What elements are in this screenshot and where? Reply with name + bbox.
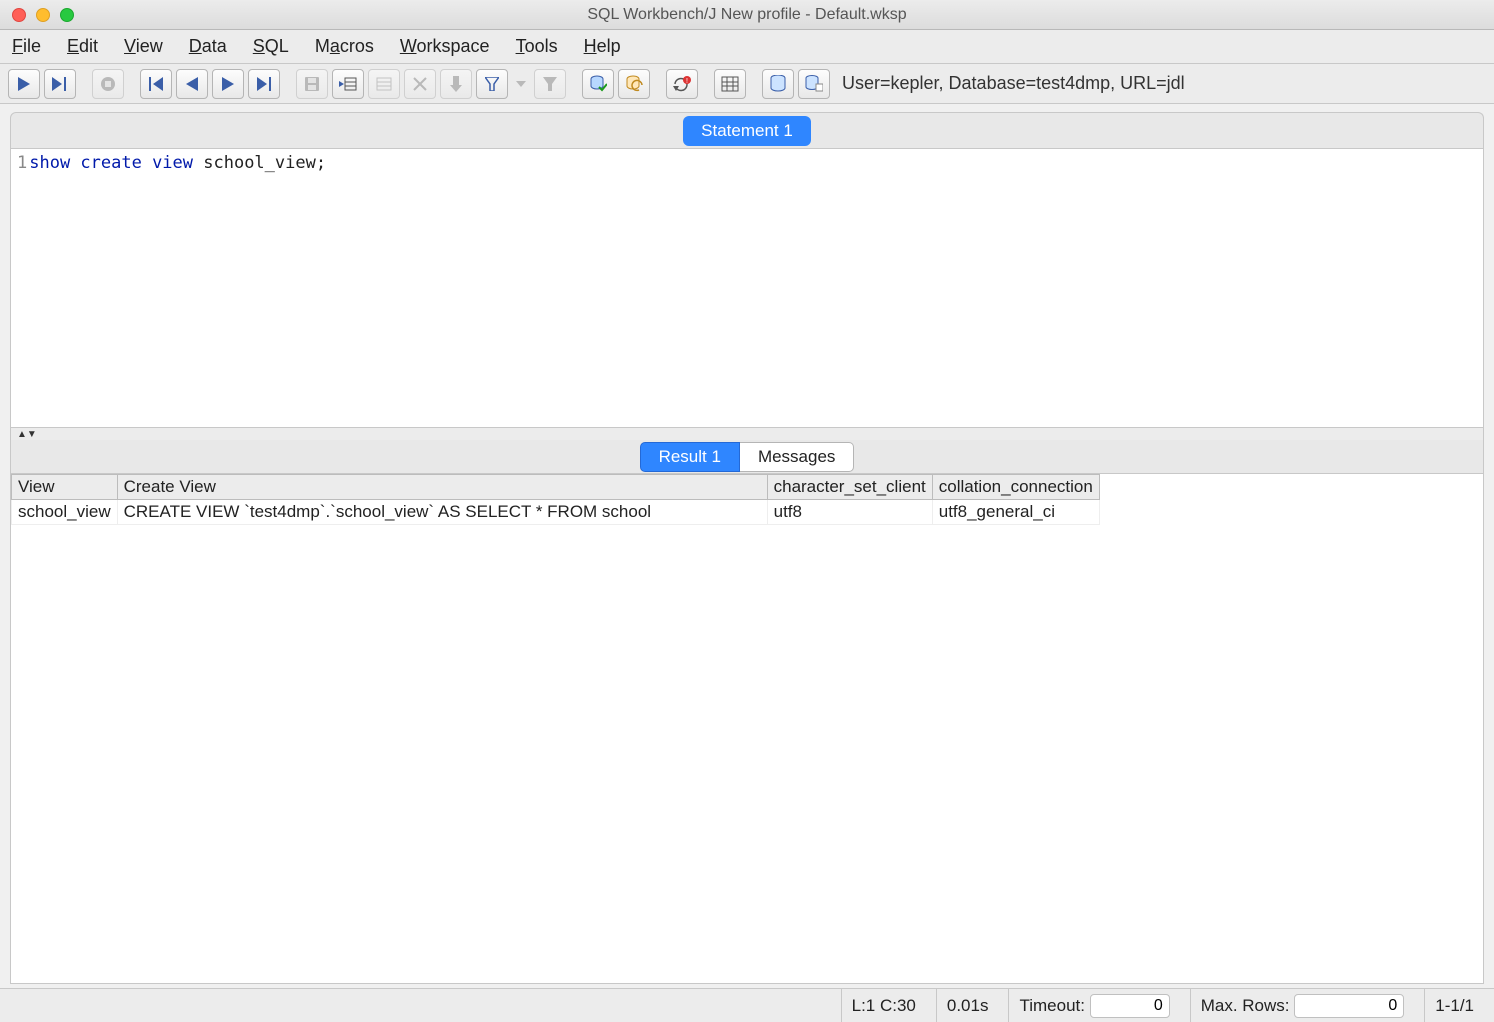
db-undo-icon [625,75,643,93]
col-charset[interactable]: character_set_client [767,475,932,500]
db-explorer-button[interactable] [762,69,794,99]
floppy-icon [304,76,320,92]
cell-view[interactable]: school_view [12,500,118,525]
new-db-explorer-button[interactable] [798,69,830,99]
cell-create-view[interactable]: CREATE VIEW `test4dmp`.`school_view` AS … [117,500,767,525]
run-current-button[interactable] [44,69,76,99]
cell-collation[interactable]: utf8_general_ci [932,500,1099,525]
result-tabs-row: Result 1 Messages [10,440,1484,474]
menu-sql[interactable]: SQL [253,36,289,57]
menu-help[interactable]: Help [584,36,621,57]
delete-row-button[interactable] [404,69,436,99]
save-button[interactable] [296,69,328,99]
svg-text:!: ! [686,78,688,85]
cell-charset[interactable]: utf8 [767,500,932,525]
maxrows-input[interactable] [1294,994,1404,1018]
run-button[interactable] [8,69,40,99]
editor-keywords: show create view [29,153,193,173]
toolbar: ! User=kepler, Database=test4dmp, URL=jd… [0,64,1494,104]
next-icon [222,77,234,91]
line-number: 1 [17,153,27,173]
insert-row-button[interactable] [332,69,364,99]
tab-messages[interactable]: Messages [740,442,854,472]
commit-button[interactable] [582,69,614,99]
work-area: Statement 1 1show create view school_vie… [0,104,1494,988]
tab-statement-1[interactable]: Statement 1 [683,116,811,146]
result-grid[interactable]: View Create View character_set_client co… [10,474,1484,984]
col-collation[interactable]: collation_connection [932,475,1099,500]
menu-data[interactable]: Data [189,36,227,57]
last-icon [257,77,271,91]
play-cursor-icon [52,77,68,91]
tab-result-1[interactable]: Result 1 [640,442,740,472]
col-view[interactable]: View [12,475,118,500]
stop-button[interactable] [92,69,124,99]
stop-on-error-button[interactable]: ! [666,69,698,99]
row-range: 1-1/1 [1424,989,1484,1022]
maxrows-label: Max. Rows: [1201,996,1290,1016]
window-titlebar: SQL Workbench/J New profile - Default.wk… [0,0,1494,30]
prev-button[interactable] [176,69,208,99]
timeout-section: Timeout: [1008,989,1179,1022]
timeout-label: Timeout: [1019,996,1085,1016]
pin-icon [450,76,462,92]
stop-icon [100,76,116,92]
filter-button[interactable] [476,69,508,99]
table-row[interactable]: school_view CREATE VIEW `test4dmp`.`scho… [12,500,1100,525]
insert-row-icon [339,77,357,91]
maxrows-section: Max. Rows: [1190,989,1415,1022]
statusbar: L:1 C:30 0.01s Timeout: Max. Rows: 1-1/1 [0,988,1494,1022]
prev-icon [186,77,198,91]
menu-edit[interactable]: Edit [67,36,98,57]
splitter[interactable]: ▲▼ [10,428,1484,440]
next-button[interactable] [212,69,244,99]
window-title: SQL Workbench/J New profile - Default.wk… [0,6,1494,24]
menu-macros[interactable]: Macros [315,36,374,57]
menubar: File Edit View Data SQL Macros Workspace… [0,30,1494,64]
sql-editor[interactable]: 1show create view school_view; [10,148,1484,428]
menu-tools[interactable]: Tools [516,36,558,57]
statement-tabs: Statement 1 [10,112,1484,148]
play-icon [18,77,30,91]
copy-row-button[interactable] [368,69,400,99]
timeout-input[interactable] [1090,994,1170,1018]
db-check-icon [589,75,607,93]
menu-workspace[interactable]: Workspace [400,36,490,57]
editor-text: school_view; [193,153,326,173]
append-result-button[interactable] [714,69,746,99]
db-new-icon [805,75,823,93]
filter-dropdown[interactable] [512,69,530,99]
copy-row-icon [375,77,393,91]
exec-time: 0.01s [936,989,999,1022]
menu-file[interactable]: File [12,36,41,57]
clear-filter-button[interactable] [534,69,566,99]
funnel-solid-icon [543,77,557,91]
first-icon [149,77,163,91]
rollback-button[interactable] [618,69,650,99]
last-button[interactable] [248,69,280,99]
menu-view[interactable]: View [124,36,163,57]
connection-info: User=kepler, Database=test4dmp, URL=jdl [842,73,1185,94]
arrow-error-icon: ! [673,76,691,92]
pin-button[interactable] [440,69,472,99]
x-icon [413,77,427,91]
first-button[interactable] [140,69,172,99]
col-create-view[interactable]: Create View [117,475,767,500]
grid-plus-icon [721,76,739,92]
cursor-position: L:1 C:30 [841,989,926,1022]
db-icon [770,75,786,93]
funnel-icon [485,77,499,91]
chevron-down-icon [516,81,526,87]
